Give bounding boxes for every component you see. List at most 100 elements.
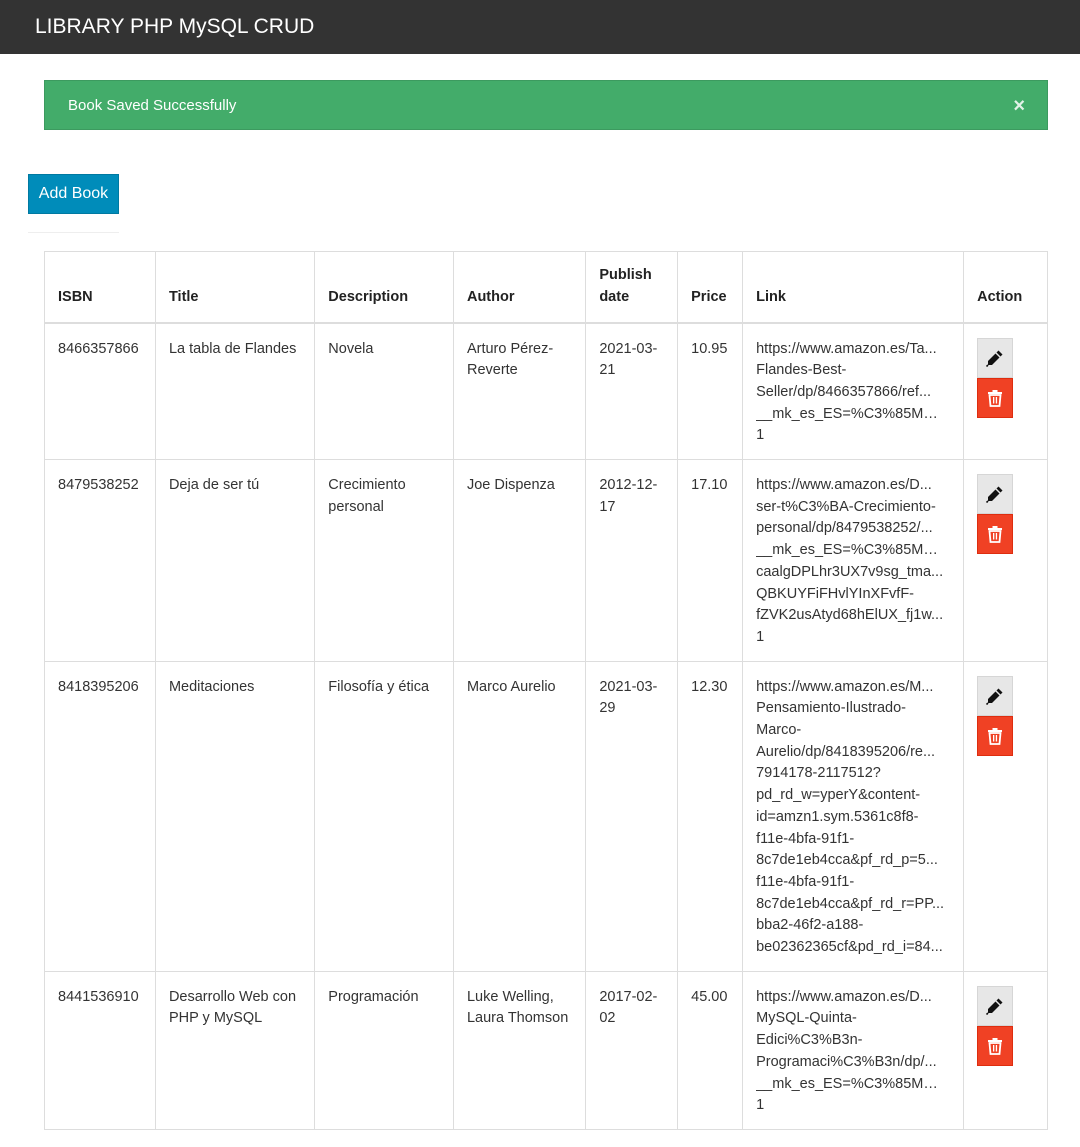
cell-link: https://www.amazon.es/M... Pensamiento-Il… <box>742 660 965 972</box>
link-text-line[interactable]: 1 <box>756 627 950 649</box>
alert-message: Book Saved Successfully <box>68 96 237 114</box>
delete-button[interactable] <box>977 715 1014 756</box>
delete-button[interactable] <box>977 1025 1014 1066</box>
edit-button[interactable] <box>977 675 1014 716</box>
link-text-line[interactable]: Edici%C3%B3n- <box>756 1030 950 1052</box>
link-text-line[interactable]: https://www.amazon.es/M... <box>756 677 950 699</box>
link-text-line[interactable]: https://www.amazon.es/D... <box>756 475 950 497</box>
cell-price: 12.30 <box>677 660 744 972</box>
link-text-line[interactable]: __mk_es_ES=%C3%85M%C... <box>756 540 950 562</box>
app-title[interactable]: LIBRARY PHP MySQL CRUD <box>35 15 314 39</box>
cell-publish-date: 2021-03- 21 <box>585 321 679 461</box>
cell-action <box>963 970 1048 1131</box>
link-text-line[interactable]: QBKUYFiFHvlYInXFvfF- <box>756 584 950 606</box>
divider <box>28 232 119 233</box>
link-text-line[interactable]: bba2-46f2-a188- <box>756 915 950 937</box>
table-header-row: ISBN Title Description Author Publish da… <box>44 251 1048 324</box>
link-text-line[interactable]: __mk_es_ES=%C3%85M%C... <box>756 1074 950 1096</box>
pencil-icon <box>986 486 1003 504</box>
table-row: 8466357866 La tabla de Flandes Novela Ar… <box>44 321 1048 461</box>
cell-author: Arturo Pérez-Reverte <box>452 321 587 461</box>
link-text-line[interactable]: 1 <box>756 425 950 447</box>
header-author: Author <box>452 251 587 324</box>
publish-date-line1: 2012-12- <box>599 477 658 494</box>
cell-publish-date: 2017-02- 02 <box>585 970 679 1131</box>
edit-button[interactable] <box>977 985 1014 1026</box>
publish-date-line2: 29 <box>599 700 616 717</box>
cell-description: Filosofía y ética <box>314 660 454 972</box>
link-text-line[interactable]: Flandes-Best- <box>756 360 950 382</box>
link-text-line[interactable]: f11e-4bfa-91f1- <box>756 829 950 851</box>
pencil-icon <box>986 998 1003 1015</box>
link-text-line[interactable]: Pensamiento-Ilustrado- <box>756 698 950 720</box>
link-text-line[interactable]: Seller/dp/8466357866/ref... <box>756 382 950 404</box>
header-publish-date: Publish date <box>585 251 679 324</box>
header-description: Description <box>314 251 454 324</box>
link-text-line[interactable]: pd_rd_w=yperY&content- <box>756 785 950 807</box>
cell-isbn: 8479538252 <box>44 459 156 662</box>
header-isbn: ISBN <box>44 251 156 324</box>
cell-link: https://www.amazon.es/Ta... Flandes-Best-… <box>742 321 965 461</box>
link-text-line[interactable]: id=amzn1.sym.5361c8f8- <box>756 807 950 829</box>
table-row: 8441536910 Desarrollo Web con PHP y MySQ… <box>44 970 1048 1131</box>
pencil-icon <box>986 688 1003 705</box>
edit-button[interactable] <box>977 337 1014 378</box>
cell-isbn: 8418395206 <box>44 660 156 972</box>
pencil-icon <box>986 350 1003 367</box>
books-table: ISBN Title Description Author Publish da… <box>44 251 1048 1131</box>
cell-description: Crecimiento personal <box>314 459 454 662</box>
cell-price: 10.95 <box>677 321 744 461</box>
link-text-line[interactable]: 8c7de1eb4cca&pf_rd_p=5... <box>756 850 950 872</box>
trash-icon <box>988 389 1003 407</box>
cell-publish-date: 2012-12- 17 <box>585 459 679 662</box>
close-icon[interactable]: × <box>1013 96 1025 116</box>
cell-title: Desarrollo Web con PHP y MySQL <box>154 970 316 1131</box>
delete-button[interactable] <box>977 377 1014 418</box>
header-link: Link <box>742 251 965 324</box>
success-alert: Book Saved Successfully × <box>44 80 1048 130</box>
link-text-line[interactable]: Programaci%C3%B3n/dp/... <box>756 1052 950 1074</box>
cell-link: https://www.amazon.es/D... MySQL-Quinta- E… <box>742 970 965 1131</box>
link-text-line[interactable]: __mk_es_ES=%C3%85M%C... <box>756 404 950 426</box>
cell-author: Joe Dispenza <box>452 459 587 662</box>
link-text-line[interactable]: https://www.amazon.es/D... <box>756 987 950 1009</box>
cell-action <box>963 660 1048 972</box>
link-text-line[interactable]: 1 <box>756 1095 950 1117</box>
link-text-line[interactable]: caalgDPLhr3UX7v9sg_tma... <box>756 562 950 584</box>
link-text-line[interactable]: be02362365cf&pd_rd_i=84... <box>756 937 950 959</box>
publish-date-line1: 2021-03- <box>599 340 658 357</box>
edit-button[interactable] <box>977 474 1014 515</box>
header-title: Title <box>154 251 316 324</box>
link-text-line[interactable]: Aurelio/dp/8418395206/re... <box>756 742 950 764</box>
header-action: Action <box>963 251 1048 324</box>
link-text-line[interactable]: MySQL-Quinta- <box>756 1008 950 1030</box>
cell-author: Marco Aurelio <box>452 660 587 972</box>
cell-isbn: 8466357866 <box>44 321 156 461</box>
cell-title: Meditaciones <box>154 660 316 972</box>
cell-description: Programación <box>314 970 454 1131</box>
cell-title: La tabla de Flandes <box>154 321 316 461</box>
cell-author: Luke Welling, Laura Thomson <box>452 970 587 1131</box>
delete-button[interactable] <box>977 514 1014 555</box>
link-text-line[interactable]: personal/dp/8479538252/... <box>756 518 950 540</box>
link-text-line[interactable]: https://www.amazon.es/Ta... <box>756 339 950 361</box>
add-book-button[interactable]: Add Book <box>28 174 119 214</box>
link-text-line[interactable]: 8c7de1eb4cca&pf_rd_r=PP... <box>756 894 950 916</box>
header-publish-date-line2: date <box>599 288 630 305</box>
link-text-line[interactable]: ser-t%C3%BA-Crecimiento- <box>756 497 950 519</box>
publish-date-line1: 2021-03- <box>599 678 658 695</box>
cell-action <box>963 459 1048 662</box>
cell-link: https://www.amazon.es/D... ser-t%C3%BA-Cr… <box>742 459 965 662</box>
cell-price: 17.10 <box>677 459 744 662</box>
link-text-line[interactable]: fZVK2usAtyd68hElUX_fj1w... <box>756 605 950 627</box>
link-text-line[interactable]: Marco- <box>756 720 950 742</box>
publish-date-line2: 17 <box>599 498 616 515</box>
publish-date-line2: 21 <box>599 362 616 379</box>
cell-isbn: 8441536910 <box>44 970 156 1131</box>
link-text-line[interactable]: f11e-4bfa-91f1- <box>756 872 950 894</box>
header-price: Price <box>677 251 744 324</box>
cell-title: Deja de ser tú <box>154 459 316 662</box>
trash-icon <box>988 1037 1003 1055</box>
navbar: LIBRARY PHP MySQL CRUD <box>0 0 1080 54</box>
link-text-line[interactable]: 7914178-2117512? <box>756 763 950 785</box>
